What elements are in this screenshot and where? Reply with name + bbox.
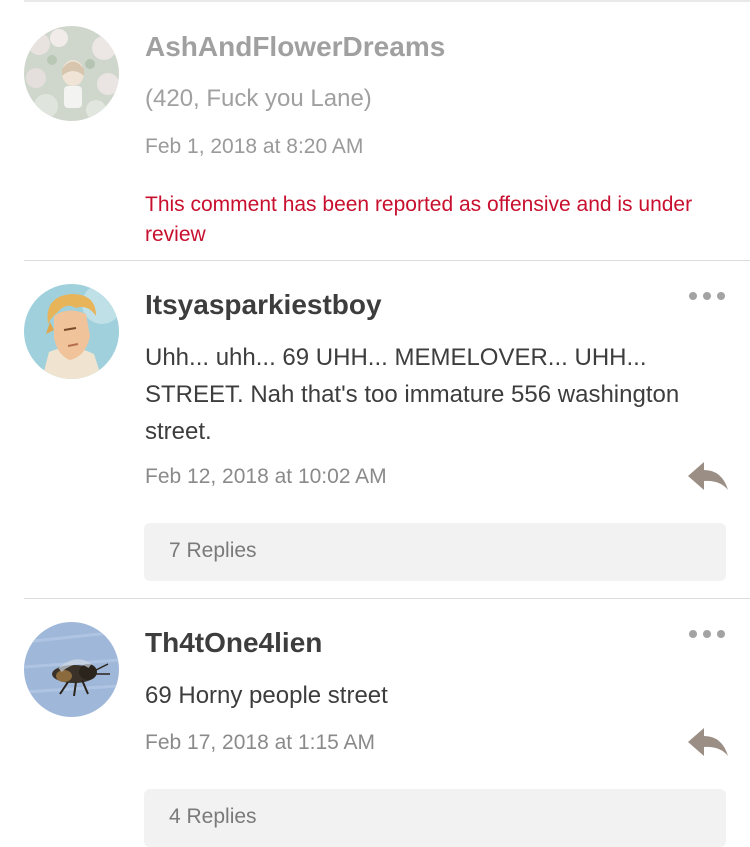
flowers-avatar-icon [24,26,119,121]
avatar[interactable] [24,622,119,717]
comment-username[interactable]: Th4tOne4lien [145,627,322,659]
reply-arrow-icon[interactable] [686,726,730,760]
comment-timestamp: Feb 1, 2018 at 8:20 AM [145,135,364,158]
bee-avatar-icon [24,622,119,717]
comment-item: AshAndFlowerDreams (420, Fuck you Lane) … [0,0,750,261]
comment-username[interactable]: Itsyasparkiestboy [145,289,382,321]
comment-timestamp: Feb 12, 2018 at 10:02 AM [145,465,387,488]
view-replies-button[interactable]: 7 Replies [144,523,726,581]
comment-username[interactable]: AshAndFlowerDreams [145,31,445,63]
view-replies-button[interactable]: 4 Replies [144,789,726,847]
more-options-icon[interactable] [688,288,728,308]
reply-arrow-icon[interactable] [686,460,730,494]
reported-warning: This comment has been reported as offens… [145,193,693,246]
avatar[interactable] [24,26,119,121]
comment-text: 69 Horny people street [145,682,388,709]
replies-count-label: 4 Replies [169,805,257,828]
anime-boy-avatar-icon [24,284,119,379]
comment-timestamp: Feb 17, 2018 at 1:15 AM [145,731,375,754]
comment-text: Uhh... uhh... 69 UHH... MEMELOVER... UHH… [145,344,680,445]
comment-divider [24,598,750,599]
more-options-icon[interactable] [688,626,728,646]
avatar[interactable] [24,284,119,379]
replies-count-label: 7 Replies [169,539,257,562]
comment-divider [24,260,750,261]
comment-text: (420, Fuck you Lane) [145,85,372,112]
